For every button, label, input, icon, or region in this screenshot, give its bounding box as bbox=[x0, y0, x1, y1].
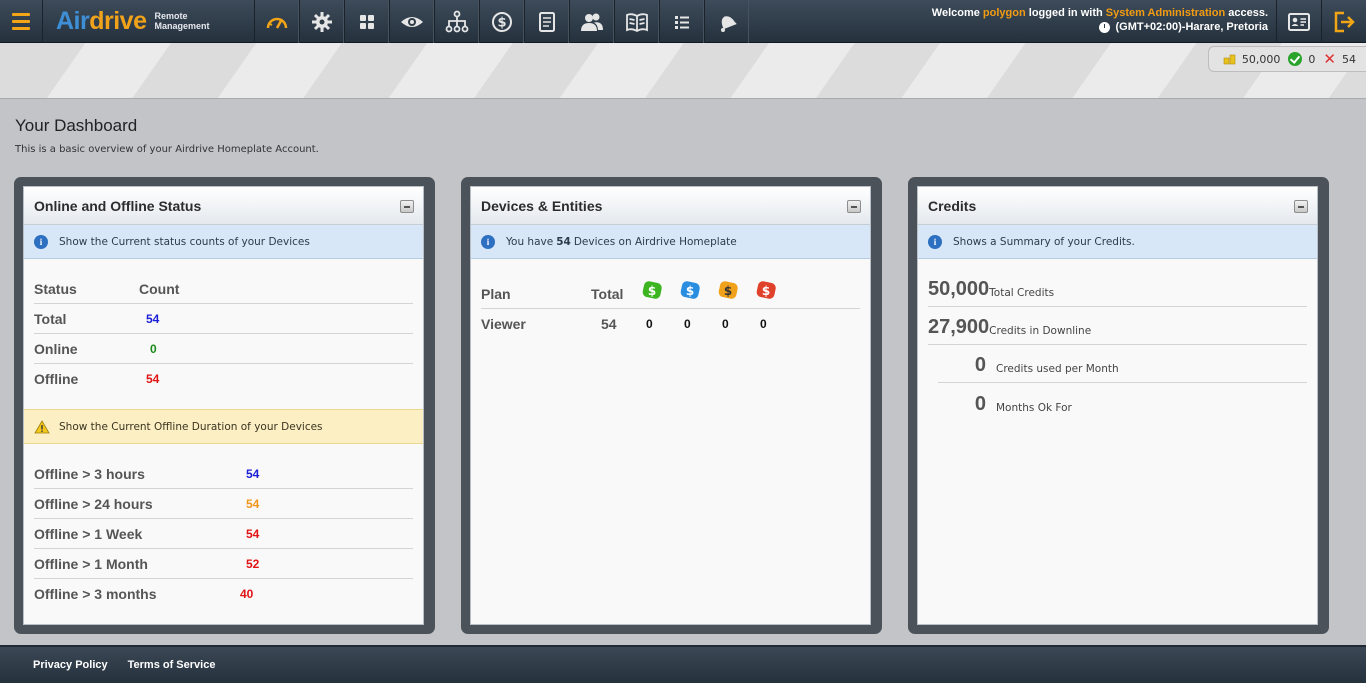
table-row: Online 0 bbox=[34, 334, 413, 364]
hamburger-icon bbox=[12, 11, 30, 32]
privacy-policy-link[interactable]: Privacy Policy bbox=[33, 659, 108, 671]
id-card-icon bbox=[1288, 12, 1310, 31]
nav-dashboard[interactable] bbox=[254, 0, 299, 43]
table-header: Plan Total $ $ $ $ bbox=[481, 259, 860, 309]
offline-duration-warning: Show the Current Offline Duration of you… bbox=[24, 409, 423, 444]
table-row: Viewer 54 0 0 0 0 bbox=[481, 316, 767, 332]
svg-text:$: $ bbox=[497, 15, 506, 30]
table-header: Status Count bbox=[34, 274, 413, 304]
top-navigation-bar: Airdrive Remote Management $ Welcome pol… bbox=[0, 0, 1366, 43]
nav-documents[interactable] bbox=[524, 0, 569, 43]
collapse-button[interactable] bbox=[847, 200, 861, 213]
devices-info-bar: i You have 54 Devices on Airdrive Homepl… bbox=[471, 225, 870, 259]
apps-grid-icon bbox=[359, 14, 374, 29]
nav-apps[interactable] bbox=[344, 0, 389, 43]
credit-summary-pill: 50,000 0 ✕ 54 bbox=[1207, 46, 1366, 72]
header-banner: 50,000 0 ✕ 54 bbox=[0, 43, 1366, 99]
credit-count: 50,000 bbox=[1241, 52, 1281, 66]
access-level: System Administration bbox=[1105, 7, 1226, 19]
info-icon: i bbox=[481, 234, 495, 249]
hierarchy-tree-icon bbox=[445, 10, 468, 32]
credits-table: 50,000 Total Credits 27,900 Credits in D… bbox=[928, 269, 1307, 421]
table-row: Offline > 1 Week 54 bbox=[34, 519, 413, 549]
green-dollar-icon: $ bbox=[642, 281, 662, 299]
table-row: Offline > 24 hours 54 bbox=[34, 489, 413, 519]
orange-dollar-icon: $ bbox=[718, 281, 738, 299]
table-row: Offline > 1 Month 52 bbox=[34, 549, 413, 579]
document-icon bbox=[538, 11, 555, 32]
table-row: 50,000 Total Credits bbox=[928, 269, 1307, 307]
collapse-button[interactable] bbox=[1294, 200, 1308, 213]
info-icon: i bbox=[928, 234, 942, 249]
dollar-globe-icon: $ bbox=[491, 11, 512, 32]
svg-text:$: $ bbox=[686, 284, 694, 298]
logout-button[interactable] bbox=[1321, 0, 1366, 43]
page-subtitle: This is a basic overview of your Airdriv… bbox=[15, 144, 319, 155]
table-row: 27,900 Credits in Downline bbox=[928, 307, 1307, 345]
table-row: Offline 54 bbox=[34, 371, 160, 387]
credits-panel-header: Credits bbox=[918, 187, 1317, 225]
svg-text:$: $ bbox=[648, 284, 656, 298]
status-table: Status Count Total 54 Online 0 Offline 5… bbox=[34, 274, 413, 394]
status-panel-header: Online and Offline Status bbox=[24, 187, 423, 225]
red-dollar-icon: $ bbox=[756, 281, 776, 299]
eye-view-icon bbox=[400, 16, 423, 27]
offline-count: 54 bbox=[1342, 52, 1356, 66]
settings-gear-icon bbox=[311, 11, 332, 32]
nav-hierarchy[interactable] bbox=[434, 0, 479, 43]
dashboard-gauge-icon bbox=[266, 17, 287, 29]
terms-of-service-link[interactable]: Terms of Service bbox=[128, 659, 216, 671]
brand-name: Airdrive bbox=[56, 6, 147, 35]
devices-panel: Devices & Entities i You have 54 Devices… bbox=[461, 177, 882, 634]
logout-icon bbox=[1334, 11, 1355, 32]
users-icon bbox=[580, 13, 603, 31]
online-count: 0 bbox=[1308, 52, 1316, 66]
menu-toggle-button[interactable] bbox=[0, 0, 43, 43]
username: polygon bbox=[982, 7, 1026, 19]
collapse-button[interactable] bbox=[400, 200, 414, 213]
cross-icon: ✕ bbox=[1323, 50, 1336, 68]
status-panel: Online and Offline Status i Show the Cur… bbox=[14, 177, 435, 634]
warning-icon bbox=[34, 419, 50, 433]
nav-guide[interactable] bbox=[614, 0, 659, 43]
credits-panel: Credits i Shows a Summary of your Credit… bbox=[908, 177, 1329, 634]
clock-icon bbox=[1099, 21, 1111, 33]
page-title: Your Dashboard bbox=[15, 116, 138, 135]
check-icon bbox=[1288, 52, 1303, 66]
status-info-bar: i Show the Current status counts of your… bbox=[24, 225, 423, 259]
table-row: Offline > 3 hours 54 bbox=[34, 459, 413, 489]
credits-info-bar: i Shows a Summary of your Credits. bbox=[918, 225, 1317, 259]
nav-list[interactable] bbox=[659, 0, 704, 43]
nav-view[interactable] bbox=[389, 0, 434, 43]
table-row: 0 Credits used per Month bbox=[938, 345, 1307, 383]
svg-text:$: $ bbox=[724, 284, 732, 298]
table-row: 0 Months Ok For bbox=[974, 393, 1072, 415]
welcome-message: Welcome polygon logged in with System Ad… bbox=[931, 7, 1268, 34]
devices-table: Plan Total $ $ $ $ Viewer 54 0 0 0 0 bbox=[481, 259, 860, 339]
brand-logo[interactable]: Airdrive Remote Management bbox=[56, 6, 210, 36]
nav-settings[interactable] bbox=[299, 0, 344, 43]
blue-dollar-icon: $ bbox=[680, 281, 700, 299]
nav-billing[interactable]: $ bbox=[479, 0, 524, 43]
book-icon bbox=[625, 12, 648, 32]
table-row: Total 54 bbox=[34, 304, 413, 334]
offline-duration-table: Offline > 3 hours 54 Offline > 24 hours … bbox=[34, 459, 413, 609]
info-icon: i bbox=[34, 234, 48, 249]
nav-users[interactable] bbox=[569, 0, 614, 43]
profile-button[interactable] bbox=[1276, 0, 1321, 43]
nav-notifications[interactable] bbox=[704, 0, 749, 43]
footer: Privacy Policy Terms of Service bbox=[0, 645, 1366, 683]
devices-panel-header: Devices & Entities bbox=[471, 187, 870, 225]
svg-text:$: $ bbox=[762, 284, 770, 298]
list-icon bbox=[674, 15, 689, 29]
coins-icon bbox=[1223, 54, 1236, 65]
timezone: (GMT+02:00)-Harare, Pretoria bbox=[932, 20, 1268, 34]
main-nav: $ bbox=[254, 0, 749, 43]
bell-icon bbox=[720, 15, 737, 32]
brand-subtitle: Remote Management bbox=[154, 11, 210, 31]
device-count: 54 bbox=[556, 235, 571, 248]
table-row: Offline > 3 months 40 bbox=[34, 586, 254, 602]
